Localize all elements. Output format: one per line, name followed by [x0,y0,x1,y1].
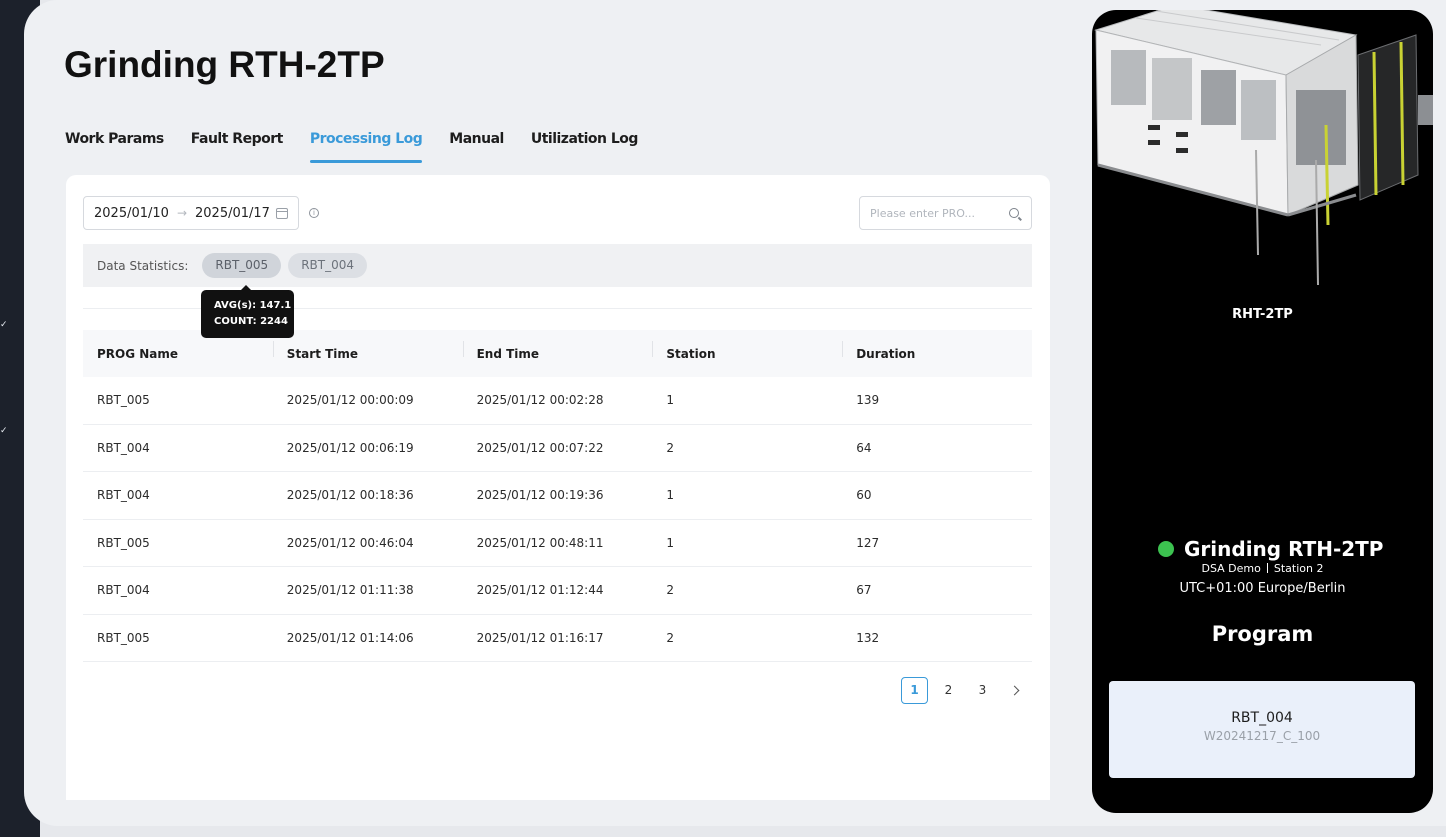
table-cell: 2025/01/12 01:12:44 [476,583,604,598]
table-cell: 2025/01/12 00:19:36 [476,488,604,503]
table-cell: 2025/01/12 00:48:11 [476,535,604,550]
page-button-3[interactable]: 3 [969,677,996,704]
table-row[interactable]: RBT_004 2025/01/12 01:11:38 2025/01/12 01:… [83,567,1032,615]
range-arrow-icon: → [176,206,187,220]
stats-chip-rbt-005[interactable]: RBT_005 [202,253,282,278]
page-title: Grinding RTH-2TP [64,44,385,85]
tab-manual[interactable]: Manual [449,131,504,163]
table-cell: 2025/01/12 00:07:22 [476,440,604,455]
calendar-icon[interactable] [275,207,288,219]
table-cell: 2025/01/12 00:18:36 [286,488,414,503]
table-row[interactable]: RBT_005 2025/01/12 00:00:09 2025/01/12 00:… [83,377,1032,425]
table-cell: 1 [666,488,675,503]
stats-bar: Data Statistics: RBT_005 RBT_004 [83,244,1032,287]
start-date[interactable]: 2025/01/10 [94,206,169,221]
table-cell: 2025/01/12 01:14:06 [286,630,414,645]
date-range-picker[interactable]: 2025/01/10 → 2025/01/17 [83,196,299,230]
tab-work-params[interactable]: Work Params [65,131,164,163]
table-cell: 2 [666,630,675,645]
table-cell: 2025/01/12 01:11:38 [286,583,414,598]
machine-meta: DSA Demo Station 2 [1092,562,1433,575]
column-header: PROG Name [97,346,179,361]
tab-bar: Work Params Fault Report Processing Log Man… [65,131,665,163]
pagination: 1 2 3 [901,677,1020,704]
table-cell: RBT_004 [97,440,150,455]
table-cell: RBT_004 [97,583,150,598]
machine-image-label: RHT-2TP [1232,307,1293,322]
table-cell: 2 [666,440,675,455]
table-row[interactable]: RBT_005 2025/01/12 00:46:04 2025/01/12 00:… [83,520,1032,567]
rail-check-icon[interactable]: ✓ [0,427,8,436]
column-header: Station [652,340,842,361]
tooltip-avg: AVG(s): 147.1 [214,300,292,311]
table-cell: 2025/01/12 01:16:17 [476,630,604,645]
column-header: Start Time [272,340,463,361]
table-cell: RBT_005 [97,630,150,645]
program-heading: Program [1211,622,1314,646]
next-page-icon[interactable] [1009,685,1020,696]
table-cell: 1 [666,393,675,408]
meta-divider [1266,563,1268,573]
table-cell: 64 [856,440,872,455]
content-card: 2025/01/10 → 2025/01/17 i Data Statistic… [66,175,1050,800]
program-name: RBT_004 [1231,710,1293,726]
page-button-1[interactable]: 1 [901,677,928,704]
program-code: W20241217_C_100 [1203,729,1321,743]
tab-fault-report[interactable]: Fault Report [191,131,284,163]
rail-check-icon[interactable]: ✓ [0,321,8,330]
stats-label: Data Statistics: [97,258,189,273]
table-row[interactable]: RBT_005 2025/01/12 01:14:06 2025/01/12 01:… [83,615,1032,662]
table-cell: RBT_005 [97,393,150,408]
column-header: End Time [462,340,653,361]
table-cell: 2025/01/12 00:00:09 [286,393,414,408]
table-cell: 132 [856,630,880,645]
stats-tooltip: AVG(s): 147.1 COUNT: 2244 [201,285,294,338]
info-icon[interactable]: i [309,208,319,218]
timezone: UTC+01:00 Europe/Berlin [1179,581,1346,596]
processing-log-table: PROG Name Start Time End Time Station Durati… [83,330,1032,662]
table-cell: 67 [856,583,872,598]
column-header: Duration [842,340,1032,361]
table-cell: 2025/01/12 00:06:19 [286,440,414,455]
table-cell: RBT_005 [97,535,150,550]
machine-panel: RHT-2TP Grinding RTH-2TP DSA Demo Station… [1092,10,1433,813]
table-row[interactable]: RBT_004 2025/01/12 00:18:36 2025/01/12 00:… [83,472,1032,520]
table-cell: 2 [666,583,675,598]
machine-status: Grinding RTH-2TP [1158,537,1383,561]
machine-image [1094,10,1433,285]
tooltip-count: COUNT: 2244 [214,316,288,327]
table-cell: 1 [666,535,675,550]
status-dot-icon [1158,541,1174,557]
table-body: RBT_005 2025/01/12 00:00:09 2025/01/12 00:… [83,377,1032,662]
tab-processing-log[interactable]: Processing Log [309,131,423,163]
page-button-2[interactable]: 2 [935,677,962,704]
program-card[interactable]: RBT_004 W20241217_C_100 [1109,681,1415,778]
table-cell: 2025/01/12 00:02:28 [476,393,604,408]
search-box[interactable] [859,196,1032,230]
table-cell: 127 [856,535,880,550]
search-input[interactable] [870,206,1000,220]
table-cell: 139 [856,393,880,408]
org-name: DSA Demo [1201,562,1261,575]
search-icon[interactable] [1009,208,1019,218]
machine-body [1094,10,1433,285]
tab-utilization-log[interactable]: Utilization Log [531,131,639,163]
table-cell: 2025/01/12 00:46:04 [286,535,414,550]
stats-chip-rbt-004[interactable]: RBT_004 [288,253,367,278]
table-row[interactable]: RBT_004 2025/01/12 00:06:19 2025/01/12 00:… [83,425,1032,472]
station-name: Station 2 [1273,562,1324,575]
table-cell: RBT_004 [97,488,150,503]
table-cell: 60 [856,488,872,503]
end-date[interactable]: 2025/01/17 [195,206,270,221]
machine-name: Grinding RTH-2TP [1184,537,1384,561]
